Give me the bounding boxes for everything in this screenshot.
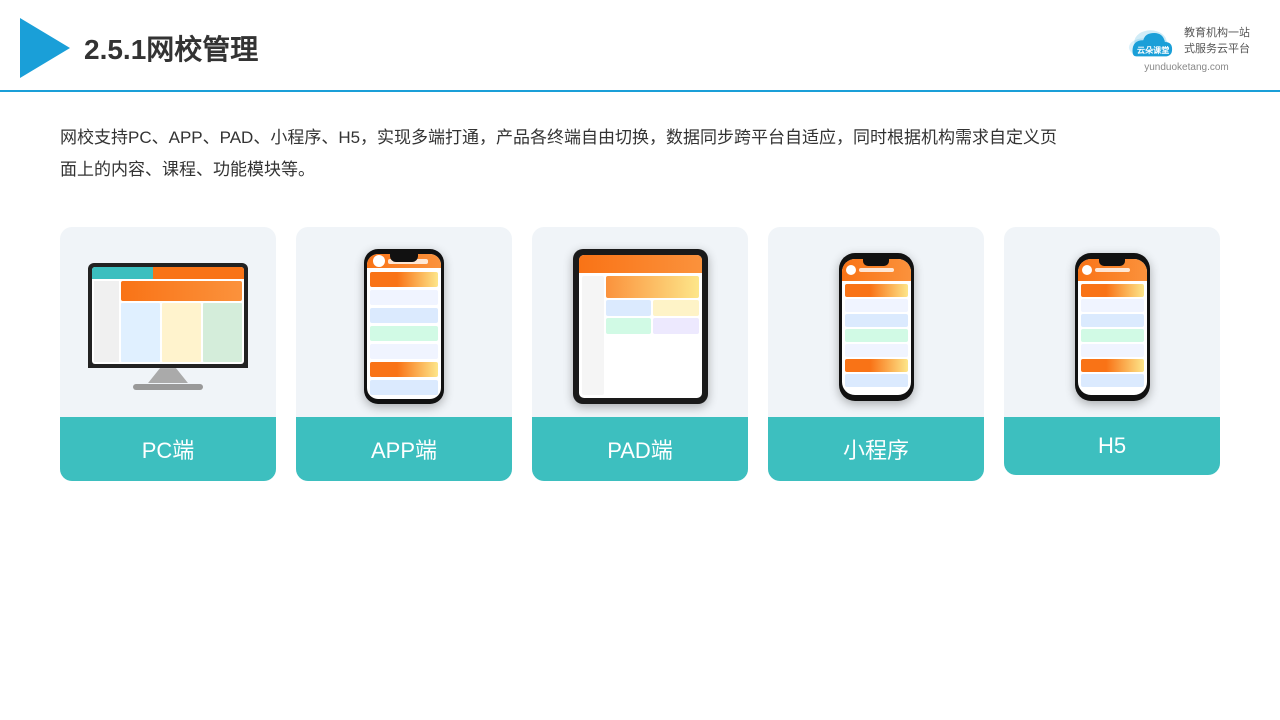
- tablet-card-2: [653, 300, 699, 316]
- device-card-app: APP端: [296, 227, 512, 481]
- h5-mini-row-6: [1081, 359, 1144, 372]
- phone-row-3: [370, 308, 438, 323]
- h5-image-area: [1004, 227, 1220, 417]
- screen-main: [121, 281, 242, 362]
- phone-outer: [364, 249, 444, 404]
- screen-card-2: [162, 303, 201, 362]
- phone-row-5: [370, 344, 438, 359]
- phone-row-1: [370, 272, 438, 287]
- app-label: APP端: [296, 417, 512, 481]
- pc-label: PC端: [60, 417, 276, 481]
- screen-banner: [121, 281, 242, 301]
- tablet-card-3: [606, 318, 652, 334]
- tablet-screen: [579, 255, 702, 398]
- screen-body: [92, 279, 244, 364]
- tablet-top-bar: [579, 255, 702, 273]
- phone-row-4: [370, 326, 438, 341]
- phone-row-2: [370, 290, 438, 305]
- monitor-base: [133, 384, 203, 390]
- miniprogram-image-area: [768, 227, 984, 417]
- mini-avatar-2: [1082, 265, 1092, 275]
- logo-triangle-icon: [20, 18, 70, 78]
- pad-label: PAD端: [532, 417, 748, 481]
- mini-phone-notch-2: [1099, 259, 1125, 266]
- mini-row-2: [845, 299, 908, 312]
- cloud-icon: 云朵课堂: [1123, 24, 1178, 60]
- mini-body-2: [1078, 281, 1147, 395]
- mini-title-1: [859, 268, 894, 272]
- miniprogram-phone: [839, 253, 914, 401]
- brand-logo: 云朵课堂 教育机构一站 式服务云平台: [1123, 24, 1250, 60]
- mini-title-2: [1095, 268, 1130, 272]
- main-content: 网校支持PC、APP、PAD、小程序、H5，实现多端打通，产品各终端自由切换，数…: [0, 92, 1280, 501]
- mini-phone-screen-2: [1078, 259, 1147, 395]
- mini-phone-outer-1: [839, 253, 914, 401]
- tablet-outer: [573, 249, 708, 404]
- h5-mini-row-1: [1081, 284, 1144, 297]
- phone-row-7: [370, 380, 438, 395]
- monitor-screen-inner: [92, 267, 244, 364]
- monitor-screen-outer: [88, 263, 248, 368]
- device-card-h5: H5: [1004, 227, 1220, 475]
- phone-screen: [367, 254, 441, 399]
- mini-row-7: [845, 374, 908, 387]
- brand-tagline: 教育机构一站 式服务云平台: [1184, 26, 1250, 57]
- mini-phone-outer-2: [1075, 253, 1150, 401]
- tablet-body: [579, 273, 702, 398]
- phone-screen-body: [367, 268, 441, 399]
- mini-row-1: [845, 284, 908, 297]
- mini-row-5: [845, 344, 908, 357]
- phone-avatar-icon: [373, 255, 385, 267]
- app-phone: [364, 249, 444, 404]
- pc-monitor: [88, 263, 248, 390]
- h5-mini-row-7: [1081, 374, 1144, 387]
- h5-mini-row-2: [1081, 299, 1144, 312]
- tablet-banner: [606, 276, 699, 298]
- h5-mini-row-5: [1081, 344, 1144, 357]
- page-header: 2.5.1网校管理 云朵课堂 教育机构一站 式服务云平台 yunduoketan…: [0, 0, 1280, 92]
- screen-content: [92, 267, 244, 364]
- monitor-stand: [148, 368, 188, 383]
- tablet-card-1: [606, 300, 652, 316]
- h5-phone: [1075, 253, 1150, 401]
- pad-image-area: [532, 227, 748, 417]
- screen-card-1: [121, 303, 160, 362]
- brand-domain: yunduoketang.com: [1144, 62, 1229, 73]
- tablet-main: [606, 276, 699, 395]
- app-image-area: [296, 227, 512, 417]
- devices-row: PC端: [60, 227, 1220, 481]
- mini-phone-screen-1: [842, 259, 911, 395]
- tablet-grid: [606, 300, 699, 334]
- h5-mini-row-3: [1081, 314, 1144, 327]
- pc-image-area: [60, 227, 276, 417]
- device-card-pad: PAD端: [532, 227, 748, 481]
- tablet-card-4: [653, 318, 699, 334]
- header-left: 2.5.1网校管理: [20, 18, 258, 78]
- screen-sidebar: [94, 281, 119, 362]
- h5-mini-row-4: [1081, 329, 1144, 342]
- phone-notch: [390, 254, 418, 262]
- screen-cards: [121, 303, 242, 362]
- miniprogram-label: 小程序: [768, 417, 984, 481]
- tablet-sidebar: [582, 276, 604, 395]
- page-title: 2.5.1网校管理: [84, 28, 258, 68]
- screen-top-bar: [92, 267, 244, 279]
- description-text: 网校支持PC、APP、PAD、小程序、H5，实现多端打通，产品各终端自由切换，数…: [60, 122, 1060, 187]
- mini-row-4: [845, 329, 908, 342]
- device-card-pc: PC端: [60, 227, 276, 481]
- brand-area: 云朵课堂 教育机构一站 式服务云平台 yunduoketang.com: [1123, 24, 1250, 73]
- h5-label: H5: [1004, 417, 1220, 475]
- mini-phone-notch-1: [863, 259, 889, 266]
- tablet-device: [573, 249, 708, 404]
- mini-row-3: [845, 314, 908, 327]
- svg-text:云朵课堂: 云朵课堂: [1137, 44, 1169, 54]
- mini-row-6: [845, 359, 908, 372]
- mini-body-1: [842, 281, 911, 395]
- device-card-miniprogram: 小程序: [768, 227, 984, 481]
- mini-avatar-1: [846, 265, 856, 275]
- phone-row-6: [370, 362, 438, 377]
- screen-card-3: [203, 303, 242, 362]
